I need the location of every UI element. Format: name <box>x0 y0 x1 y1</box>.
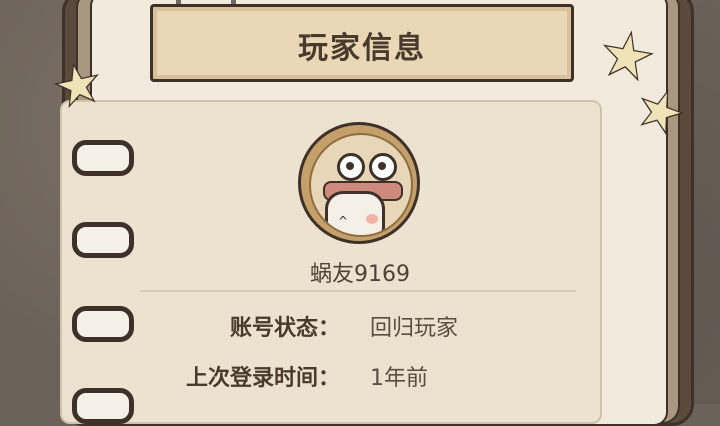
binder-ring-icon <box>72 222 134 258</box>
player-avatar[interactable]: ^ <box>298 122 420 244</box>
binder-ring-icon <box>72 388 134 424</box>
binder-ring-icon <box>72 140 134 176</box>
snail-eye-icon <box>369 153 397 181</box>
last-login-label: 上次登录时间： <box>185 366 340 391</box>
account-status-value: 回归玩家 <box>370 316 459 341</box>
last-login-value: 1年前 <box>370 366 428 391</box>
avatar-portrait: ^ <box>309 133 413 237</box>
binder-ring-icon <box>72 306 134 342</box>
account-status-label: 账号状态： <box>229 316 340 341</box>
face-mouth-icon: ^ <box>338 214 349 228</box>
panel-title: 玩家信息 <box>298 31 426 66</box>
snail-eye-icon <box>337 153 365 181</box>
face-cheek-icon <box>366 214 378 224</box>
snail-face-icon: ^ <box>325 191 385 235</box>
divider <box>140 290 576 292</box>
player-username: 蜗友9169 <box>310 262 410 287</box>
title-banner: 玩家信息 <box>150 4 574 82</box>
